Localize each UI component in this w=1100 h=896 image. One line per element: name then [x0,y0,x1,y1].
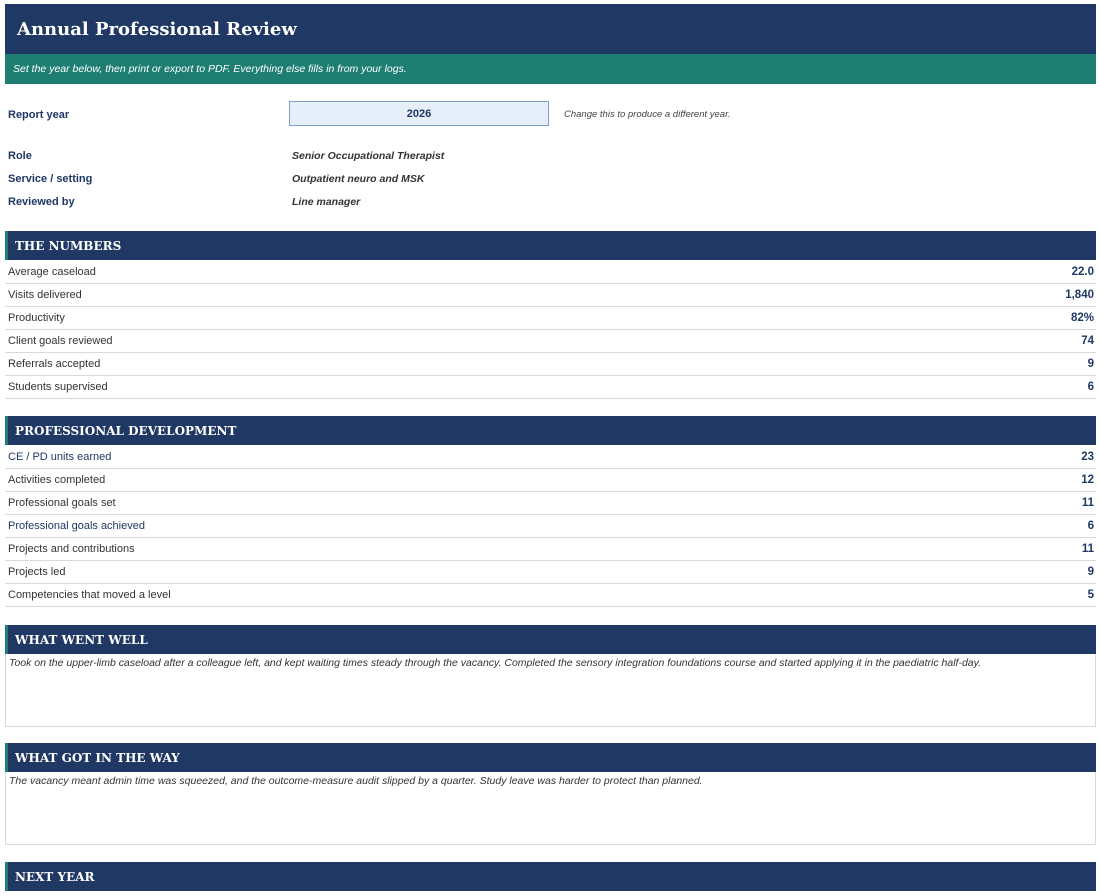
table-row: Visits delivered 1,840 [5,284,1096,307]
row-value: 5 [1087,589,1094,601]
row-label: Projects led [8,566,66,578]
row-value: 12 [1081,474,1094,486]
row-label: Activities completed [8,474,106,486]
row-value: 74 [1081,335,1094,347]
row-label: Competencies that moved a level [8,589,171,601]
row-label: Average caseload [8,266,96,278]
section-development-heading: PROFESSIONAL DEVELOPMENT [5,416,1096,445]
table-row: CE / PD units earned 23 [5,446,1096,469]
row-value: 23 [1081,451,1094,463]
table-row: Professional goals set 11 [5,492,1096,515]
role-label: Role [8,150,32,162]
row-value: 6 [1087,520,1094,532]
report-year-label: Report year [8,109,70,121]
went-well-notes[interactable]: Took on the upper-limb caseload after a … [5,654,1096,727]
row-label: Client goals reviewed [8,335,113,347]
row-label: Visits delivered [8,289,82,301]
reviewed-by-label: Reviewed by [8,196,75,208]
row-label: Professional goals set [8,497,116,509]
instructions-banner: Set the year below, then print or export… [5,54,1096,84]
row-value: 11 [1081,497,1094,509]
row-value: 1,840 [1065,289,1094,301]
row-label: CE / PD units earned [8,451,112,463]
service-label: Service / setting [8,173,93,185]
got-in-way-notes[interactable]: The vacancy meant admin time was squeeze… [5,772,1096,845]
section-went-well-heading: WHAT WENT WELL [5,625,1096,654]
section-got-in-way-heading: WHAT GOT IN THE WAY [5,743,1096,772]
role-value: Senior Occupational Therapist [292,150,445,162]
table-row: Projects led 9 [5,561,1096,584]
row-label: Projects and contributions [8,543,135,555]
table-row: Average caseload 22.0 [5,261,1096,284]
table-row: Client goals reviewed 74 [5,330,1096,353]
table-row: Students supervised 6 [5,376,1096,399]
table-row: Projects and contributions 11 [5,538,1096,561]
table-row: Activities completed 12 [5,469,1096,492]
row-value: 6 [1087,381,1094,393]
row-label: Students supervised [8,381,108,393]
section-numbers-heading: THE NUMBERS [5,231,1096,260]
table-row: Productivity 82% [5,307,1096,330]
page-title: Annual Professional Review [5,4,1096,54]
row-label: Referrals accepted [8,358,101,370]
table-row: Competencies that moved a level 5 [5,584,1096,607]
row-value: 9 [1087,566,1094,578]
section-next-year-heading: NEXT YEAR [5,862,1096,891]
row-value: 22.0 [1071,266,1094,278]
table-row: Referrals accepted 9 [5,353,1096,376]
reviewed-by-value: Line manager [292,196,361,208]
row-label: Professional goals achieved [8,520,145,532]
report-year-hint: Change this to produce a different year. [564,109,731,120]
row-label: Productivity [8,312,65,324]
report-year-input[interactable]: 2026 [289,101,549,126]
service-value: Outpatient neuro and MSK [292,173,425,185]
row-value: 9 [1087,358,1094,370]
row-value: 11 [1081,543,1094,555]
table-row: Professional goals achieved 6 [5,515,1096,538]
row-value: 82% [1070,312,1094,324]
